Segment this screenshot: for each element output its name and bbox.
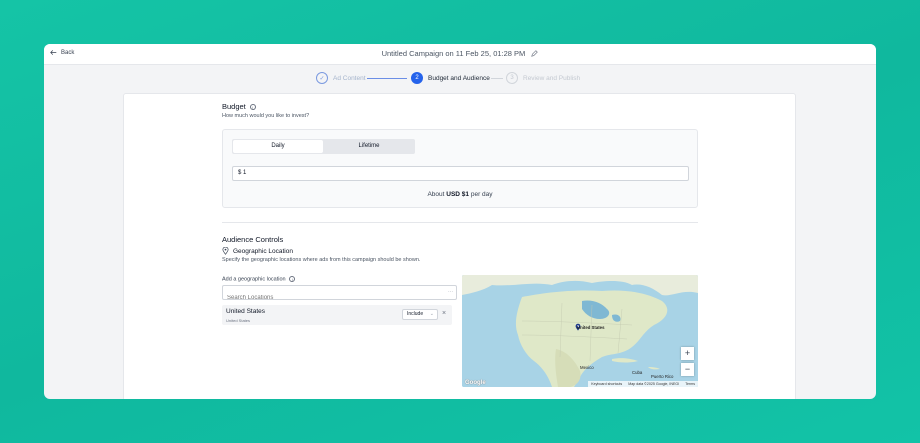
step-label: Review and Publish: [523, 74, 581, 82]
campaign-title: Untitled Campaign on 11 Feb 25, 01:28 PM: [44, 49, 876, 59]
progress-stepper: ✓ Ad Content 2 Budget and Audience 3 Rev…: [44, 72, 876, 86]
section-divider: [222, 222, 698, 223]
budget-amount-input[interactable]: $ 1: [232, 166, 689, 181]
search-locations-input[interactable]: [223, 291, 456, 305]
location-row: United States United States Include ⌄ ×: [222, 305, 452, 325]
main-card: Budget i How much would you like to inve…: [123, 93, 796, 399]
include-select[interactable]: Include ⌄: [402, 309, 438, 320]
check-icon: ✓: [316, 72, 328, 84]
map-canvas: [462, 275, 698, 387]
more-icon: ···: [448, 289, 453, 295]
currency-symbol: $: [238, 170, 242, 176]
geo-title: Geographic Location: [233, 247, 293, 255]
app-window: Back Untitled Campaign on 11 Feb 25, 01:…: [44, 44, 876, 399]
step-budget-audience[interactable]: 2 Budget and Audience: [411, 72, 490, 84]
budget-type-toggle: Daily Lifetime: [232, 139, 415, 154]
location-pin-icon: [222, 247, 229, 255]
amount-value: 1: [243, 170, 247, 176]
step-ad-content[interactable]: ✓ Ad Content: [316, 72, 366, 84]
map-label-puerto-rico: Puerto Rico: [651, 374, 674, 379]
map-label-cuba: Cuba: [632, 370, 643, 375]
location-map[interactable]: United States Mexico Cuba Puerto Rico + …: [462, 275, 698, 387]
budget-estimate: About USD $1 per day: [223, 191, 697, 198]
info-icon[interactable]: i: [249, 104, 256, 111]
budget-subtitle: How much would you like to invest?: [222, 113, 310, 119]
keyboard-shortcuts-link[interactable]: Keyboard shortcuts: [591, 381, 622, 387]
close-icon[interactable]: ×: [442, 310, 446, 317]
estimate-value: USD $1: [446, 191, 470, 198]
budget-title: Budget i: [222, 102, 256, 111]
estimate-prefix: About: [427, 191, 445, 198]
step-label: Budget and Audience: [428, 74, 490, 82]
chevron-down-icon: ⌄: [429, 311, 434, 317]
tab-daily[interactable]: Daily: [233, 140, 323, 153]
location-name: United States: [226, 308, 266, 315]
top-bar: Back Untitled Campaign on 11 Feb 25, 01:…: [44, 44, 876, 65]
google-logo: Google: [465, 380, 486, 386]
add-location-label: Add a geographic location i: [222, 276, 296, 283]
budget-title-text: Budget: [222, 102, 246, 111]
campaign-title-text: Untitled Campaign on 11 Feb 25, 01:28 PM: [381, 49, 526, 58]
tab-lifetime[interactable]: Lifetime: [324, 140, 414, 153]
budget-panel: Daily Lifetime $ 1 About USD $1 per day: [222, 129, 698, 208]
step-connector: [367, 78, 407, 79]
step-review-publish[interactable]: 3 Review and Publish: [506, 72, 580, 84]
geo-subtitle: Specify the geographic locations where a…: [222, 257, 421, 263]
step-number: 2: [411, 72, 423, 84]
location-search: ···: [222, 285, 457, 305]
map-data-credit: Map data ©2025 Google, INEGI: [628, 382, 680, 386]
add-location-text: Add a geographic location: [222, 276, 286, 283]
geo-heading: Geographic Location: [222, 247, 293, 255]
step-connector: [491, 78, 503, 79]
terms-link[interactable]: Terms: [685, 381, 695, 387]
zoom-in-button[interactable]: +: [681, 347, 694, 360]
zoom-out-button[interactable]: −: [681, 363, 694, 376]
info-icon[interactable]: i: [289, 276, 296, 282]
audience-title: Audience Controls: [222, 235, 284, 244]
include-value: Include: [407, 311, 424, 317]
map-attribution: Keyboard shortcuts Map data ©2025 Google…: [588, 381, 698, 387]
map-label-us: United States: [577, 325, 605, 330]
estimate-suffix: per day: [470, 191, 493, 198]
pencil-icon[interactable]: [531, 49, 539, 59]
location-subtext: United States: [226, 318, 251, 323]
map-label-mexico: Mexico: [580, 365, 594, 370]
step-label: Ad Content: [333, 74, 366, 82]
step-number: 3: [506, 72, 518, 84]
